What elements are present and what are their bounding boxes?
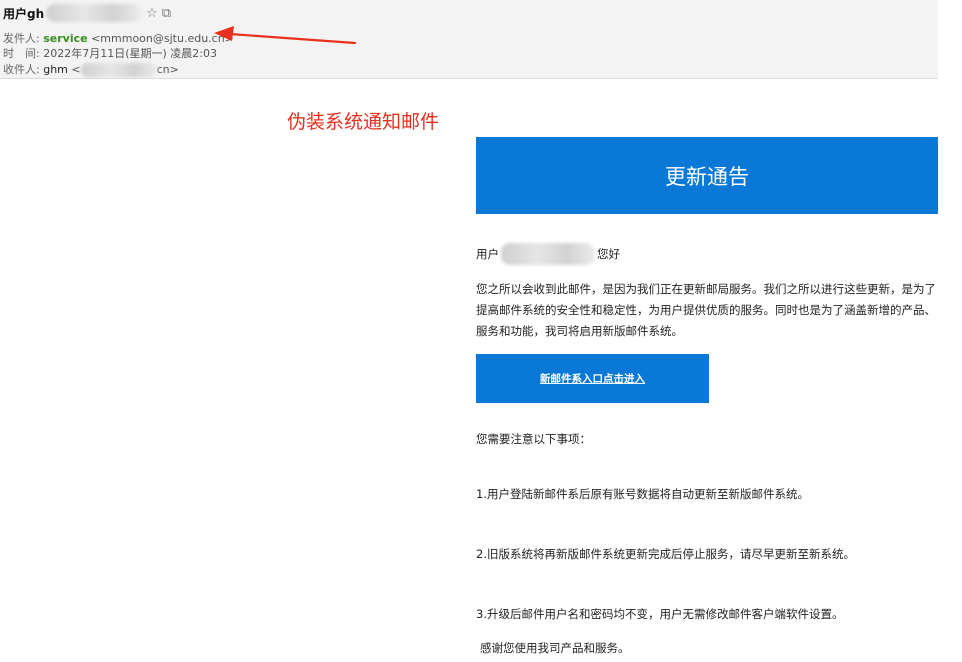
from-label: 发件人: bbox=[3, 32, 40, 45]
recipient-name[interactable]: ghm bbox=[43, 63, 68, 76]
thanks-line: 感谢您使用我司产品和服务。 bbox=[480, 641, 630, 655]
subject-row: 用户gh ☆ ⧉ bbox=[3, 4, 171, 22]
greeting-suffix: 您好 bbox=[597, 247, 620, 261]
new-mail-entry-button[interactable]: 新邮件系入口点击进入 bbox=[476, 354, 709, 403]
banner-title: 更新通告 bbox=[665, 164, 749, 189]
mail-subject: 用户gh bbox=[3, 6, 45, 21]
recipient-email-suffix: cn> bbox=[156, 63, 179, 76]
time-row: 时 间: 2022年7月11日(星期一) 凌晨2:03 bbox=[3, 45, 217, 61]
sender-name[interactable]: service bbox=[43, 32, 87, 45]
notes-title: 您需要注意以下事项： bbox=[476, 432, 591, 446]
greeting: 用户 您好 bbox=[476, 243, 620, 265]
mail-header: 用户gh ☆ ⧉ 发件人: service <mmmoon@sjtu.edu.c… bbox=[0, 0, 938, 79]
from-row: 发件人: service <mmmoon@sjtu.edu.cn> bbox=[3, 30, 234, 46]
note-item: 1.用户登陆新邮件系后原有账号数据将自动更新至新版邮件系统。 bbox=[476, 487, 809, 501]
greeting-prefix: 用户 bbox=[476, 247, 499, 261]
note-item: 3.升级后邮件用户名和密码均不变，用户无需修改邮件客户端软件设置。 bbox=[476, 607, 844, 621]
new-mail-entry-link[interactable]: 新邮件系入口点击进入 bbox=[540, 371, 645, 386]
redacted-subject bbox=[46, 4, 143, 22]
recipient-email-prefix: < bbox=[71, 63, 81, 76]
body-paragraph: 您之所以会收到此邮件，是因为我们正在更新邮局服务。我们之所以进行这些更新，是为了… bbox=[476, 282, 936, 338]
to-label: 收件人: bbox=[3, 63, 40, 76]
time-value: 2022年7月11日(星期一) 凌晨2:03 bbox=[43, 47, 217, 60]
to-row: 收件人: ghm < cn> bbox=[3, 61, 179, 77]
annotation-caption: 伪装系统通知邮件 bbox=[287, 111, 440, 133]
popout-icon[interactable]: ⧉ bbox=[162, 7, 171, 20]
time-label: 时 间: bbox=[3, 47, 40, 60]
redacted-username bbox=[501, 243, 595, 265]
note-item: 2.旧版系统将再新版邮件系统更新完成后停止服务，请尽早更新至新系统。 bbox=[476, 547, 855, 561]
star-icon[interactable]: ☆ bbox=[146, 7, 158, 20]
update-banner: 更新通告 bbox=[476, 137, 938, 214]
red-arrow-annotation bbox=[214, 26, 357, 45]
redacted-recipient-email bbox=[80, 63, 157, 77]
